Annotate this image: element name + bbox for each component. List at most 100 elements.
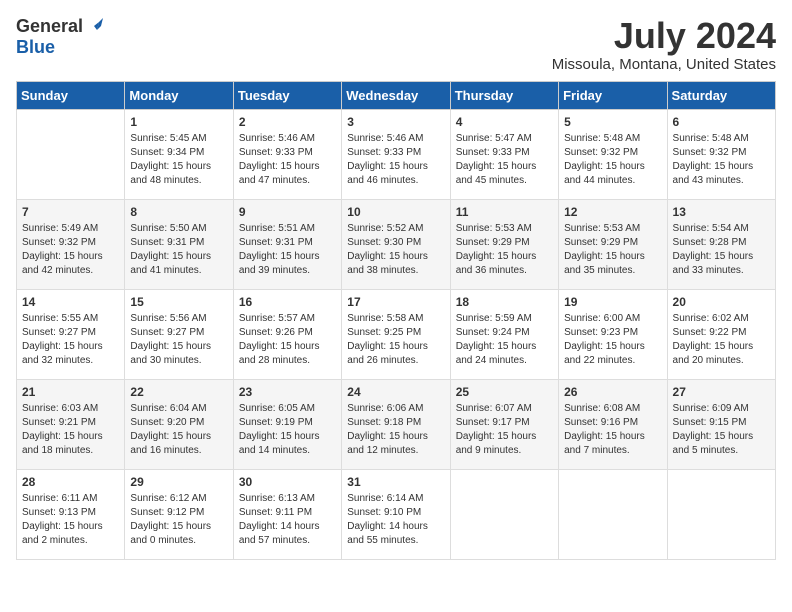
day-cell: 19Sunrise: 6:00 AM Sunset: 9:23 PM Dayli… <box>559 289 667 379</box>
day-number: 2 <box>239 114 336 131</box>
day-number: 22 <box>130 384 227 401</box>
day-info: Sunrise: 5:49 AM Sunset: 9:32 PM Dayligh… <box>22 222 119 278</box>
day-info: Sunrise: 5:51 AM Sunset: 9:31 PM Dayligh… <box>239 222 336 278</box>
day-number: 4 <box>456 114 553 131</box>
day-number: 5 <box>564 114 661 131</box>
day-info: Sunrise: 5:54 AM Sunset: 9:28 PM Dayligh… <box>673 222 770 278</box>
day-info: Sunrise: 6:12 AM Sunset: 9:12 PM Dayligh… <box>130 492 227 548</box>
day-cell: 8Sunrise: 5:50 AM Sunset: 9:31 PM Daylig… <box>125 199 233 289</box>
day-cell: 21Sunrise: 6:03 AM Sunset: 9:21 PM Dayli… <box>17 379 125 469</box>
day-number: 7 <box>22 204 119 221</box>
logo-general-text: General <box>16 16 83 37</box>
logo-blue-text: Blue <box>16 37 55 57</box>
day-info: Sunrise: 5:48 AM Sunset: 9:32 PM Dayligh… <box>673 132 770 188</box>
day-cell <box>667 469 775 559</box>
calendar-title: July 2024 <box>552 16 776 56</box>
calendar-table: SundayMondayTuesdayWednesdayThursdayFrid… <box>16 81 776 560</box>
day-cell: 24Sunrise: 6:06 AM Sunset: 9:18 PM Dayli… <box>342 379 450 469</box>
title-area: July 2024 Missoula, Montana, United Stat… <box>552 16 776 73</box>
header-cell-sunday: Sunday <box>17 81 125 109</box>
day-number: 11 <box>456 204 553 221</box>
day-number: 3 <box>347 114 444 131</box>
day-cell: 4Sunrise: 5:47 AM Sunset: 9:33 PM Daylig… <box>450 109 558 199</box>
day-info: Sunrise: 5:53 AM Sunset: 9:29 PM Dayligh… <box>456 222 553 278</box>
day-info: Sunrise: 5:47 AM Sunset: 9:33 PM Dayligh… <box>456 132 553 188</box>
week-row-1: 1Sunrise: 5:45 AM Sunset: 9:34 PM Daylig… <box>17 109 776 199</box>
day-info: Sunrise: 5:46 AM Sunset: 9:33 PM Dayligh… <box>347 132 444 188</box>
day-cell: 6Sunrise: 5:48 AM Sunset: 9:32 PM Daylig… <box>667 109 775 199</box>
day-info: Sunrise: 6:08 AM Sunset: 9:16 PM Dayligh… <box>564 402 661 458</box>
day-cell: 28Sunrise: 6:11 AM Sunset: 9:13 PM Dayli… <box>17 469 125 559</box>
calendar-subtitle: Missoula, Montana, United States <box>552 56 776 73</box>
day-number: 19 <box>564 294 661 311</box>
day-cell: 9Sunrise: 5:51 AM Sunset: 9:31 PM Daylig… <box>233 199 341 289</box>
week-row-2: 7Sunrise: 5:49 AM Sunset: 9:32 PM Daylig… <box>17 199 776 289</box>
day-cell: 20Sunrise: 6:02 AM Sunset: 9:22 PM Dayli… <box>667 289 775 379</box>
day-info: Sunrise: 5:55 AM Sunset: 9:27 PM Dayligh… <box>22 312 119 368</box>
day-number: 27 <box>673 384 770 401</box>
day-cell: 25Sunrise: 6:07 AM Sunset: 9:17 PM Dayli… <box>450 379 558 469</box>
day-number: 25 <box>456 384 553 401</box>
day-cell <box>559 469 667 559</box>
day-info: Sunrise: 5:53 AM Sunset: 9:29 PM Dayligh… <box>564 222 661 278</box>
day-info: Sunrise: 6:07 AM Sunset: 9:17 PM Dayligh… <box>456 402 553 458</box>
header: General Blue July 2024 Missoula, Montana… <box>16 16 776 73</box>
day-cell: 5Sunrise: 5:48 AM Sunset: 9:32 PM Daylig… <box>559 109 667 199</box>
day-number: 23 <box>239 384 336 401</box>
day-cell: 12Sunrise: 5:53 AM Sunset: 9:29 PM Dayli… <box>559 199 667 289</box>
week-row-3: 14Sunrise: 5:55 AM Sunset: 9:27 PM Dayli… <box>17 289 776 379</box>
header-cell-monday: Monday <box>125 81 233 109</box>
day-info: Sunrise: 6:03 AM Sunset: 9:21 PM Dayligh… <box>22 402 119 458</box>
day-number: 16 <box>239 294 336 311</box>
day-cell: 15Sunrise: 5:56 AM Sunset: 9:27 PM Dayli… <box>125 289 233 379</box>
day-info: Sunrise: 6:04 AM Sunset: 9:20 PM Dayligh… <box>130 402 227 458</box>
day-number: 20 <box>673 294 770 311</box>
day-number: 26 <box>564 384 661 401</box>
day-number: 10 <box>347 204 444 221</box>
day-cell <box>17 109 125 199</box>
day-info: Sunrise: 6:05 AM Sunset: 9:19 PM Dayligh… <box>239 402 336 458</box>
day-cell: 13Sunrise: 5:54 AM Sunset: 9:28 PM Dayli… <box>667 199 775 289</box>
day-cell: 18Sunrise: 5:59 AM Sunset: 9:24 PM Dayli… <box>450 289 558 379</box>
day-number: 14 <box>22 294 119 311</box>
day-number: 18 <box>456 294 553 311</box>
day-number: 31 <box>347 474 444 491</box>
day-number: 6 <box>673 114 770 131</box>
day-info: Sunrise: 5:52 AM Sunset: 9:30 PM Dayligh… <box>347 222 444 278</box>
day-number: 1 <box>130 114 227 131</box>
day-number: 21 <box>22 384 119 401</box>
day-cell: 16Sunrise: 5:57 AM Sunset: 9:26 PM Dayli… <box>233 289 341 379</box>
logo-bird-icon <box>85 16 103 34</box>
day-cell: 29Sunrise: 6:12 AM Sunset: 9:12 PM Dayli… <box>125 469 233 559</box>
day-info: Sunrise: 6:02 AM Sunset: 9:22 PM Dayligh… <box>673 312 770 368</box>
day-cell: 23Sunrise: 6:05 AM Sunset: 9:19 PM Dayli… <box>233 379 341 469</box>
day-cell: 10Sunrise: 5:52 AM Sunset: 9:30 PM Dayli… <box>342 199 450 289</box>
day-info: Sunrise: 6:11 AM Sunset: 9:13 PM Dayligh… <box>22 492 119 548</box>
day-info: Sunrise: 5:56 AM Sunset: 9:27 PM Dayligh… <box>130 312 227 368</box>
day-info: Sunrise: 6:00 AM Sunset: 9:23 PM Dayligh… <box>564 312 661 368</box>
day-number: 28 <box>22 474 119 491</box>
day-number: 15 <box>130 294 227 311</box>
day-number: 13 <box>673 204 770 221</box>
day-cell: 17Sunrise: 5:58 AM Sunset: 9:25 PM Dayli… <box>342 289 450 379</box>
day-info: Sunrise: 6:09 AM Sunset: 9:15 PM Dayligh… <box>673 402 770 458</box>
header-row: SundayMondayTuesdayWednesdayThursdayFrid… <box>17 81 776 109</box>
week-row-4: 21Sunrise: 6:03 AM Sunset: 9:21 PM Dayli… <box>17 379 776 469</box>
day-cell: 22Sunrise: 6:04 AM Sunset: 9:20 PM Dayli… <box>125 379 233 469</box>
day-cell: 26Sunrise: 6:08 AM Sunset: 9:16 PM Dayli… <box>559 379 667 469</box>
day-info: Sunrise: 5:59 AM Sunset: 9:24 PM Dayligh… <box>456 312 553 368</box>
day-number: 24 <box>347 384 444 401</box>
header-cell-saturday: Saturday <box>667 81 775 109</box>
day-cell: 11Sunrise: 5:53 AM Sunset: 9:29 PM Dayli… <box>450 199 558 289</box>
day-info: Sunrise: 5:50 AM Sunset: 9:31 PM Dayligh… <box>130 222 227 278</box>
day-number: 12 <box>564 204 661 221</box>
day-info: Sunrise: 6:06 AM Sunset: 9:18 PM Dayligh… <box>347 402 444 458</box>
header-cell-wednesday: Wednesday <box>342 81 450 109</box>
day-cell <box>450 469 558 559</box>
day-cell: 1Sunrise: 5:45 AM Sunset: 9:34 PM Daylig… <box>125 109 233 199</box>
day-number: 17 <box>347 294 444 311</box>
day-info: Sunrise: 6:14 AM Sunset: 9:10 PM Dayligh… <box>347 492 444 548</box>
day-cell: 2Sunrise: 5:46 AM Sunset: 9:33 PM Daylig… <box>233 109 341 199</box>
day-info: Sunrise: 5:57 AM Sunset: 9:26 PM Dayligh… <box>239 312 336 368</box>
day-cell: 31Sunrise: 6:14 AM Sunset: 9:10 PM Dayli… <box>342 469 450 559</box>
